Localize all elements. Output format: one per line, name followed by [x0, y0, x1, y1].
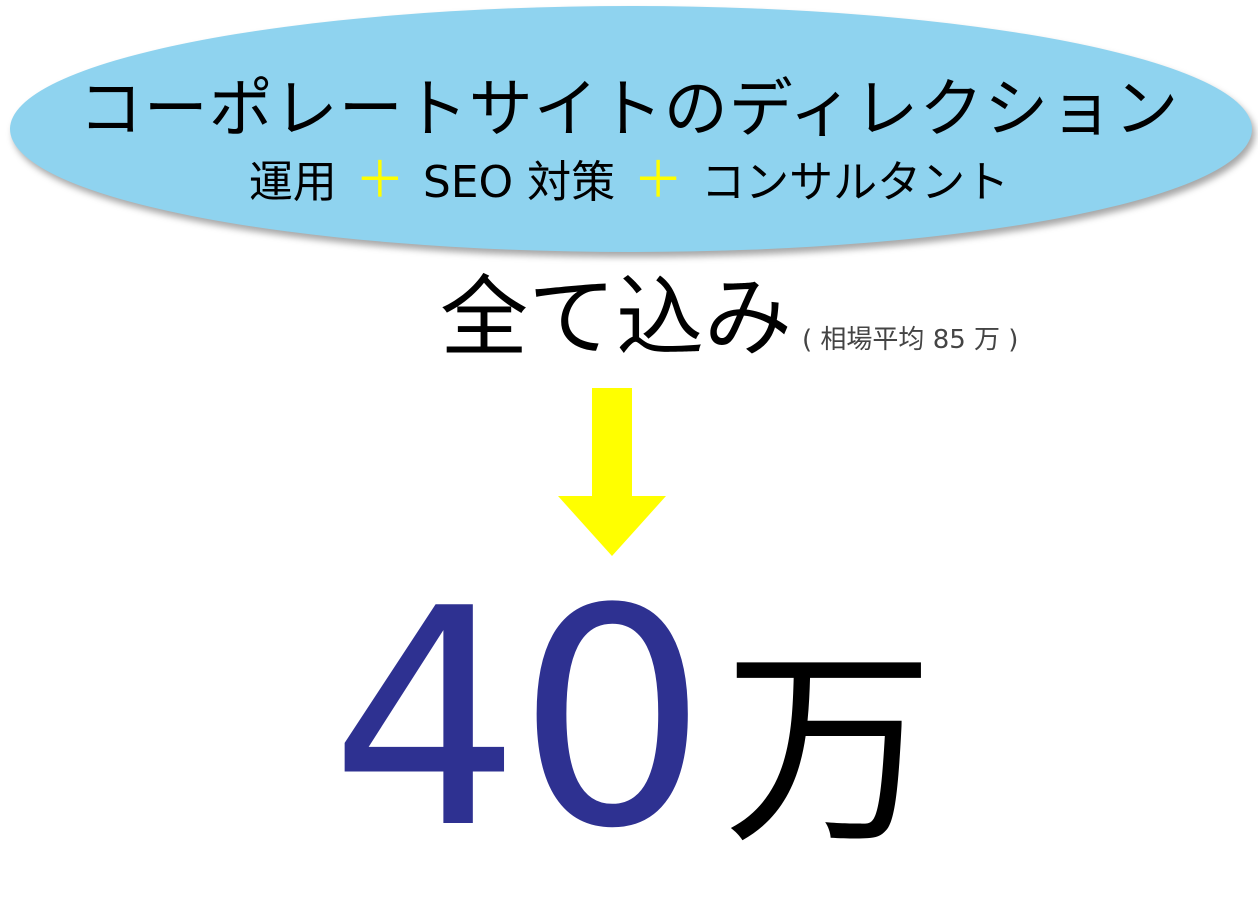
price-amount: 40 — [330, 545, 708, 894]
service-item-seo: SEO 対策 — [422, 157, 616, 208]
market-average-note: ( 相場平均 85 万 ) — [802, 325, 1019, 355]
plus-icon: ＋ — [354, 151, 405, 209]
banner-title: コーポレートサイトのディレクション — [78, 73, 1180, 147]
down-arrow-icon — [558, 388, 666, 556]
service-item-consultant: コンサルタント — [701, 157, 1010, 208]
service-item-operation: 運用 — [248, 157, 337, 208]
plus-icon: ＋ — [633, 151, 684, 209]
price: 40万 — [330, 560, 934, 881]
price-unit: 万 — [723, 628, 934, 873]
inclusion-line: 全て込み ( 相場平均 85 万 ) — [440, 268, 1018, 368]
inclusion-label: 全て込み — [440, 266, 793, 369]
service-list: 運用 ＋ SEO 対策 ＋ コンサルタント — [0, 152, 1258, 211]
